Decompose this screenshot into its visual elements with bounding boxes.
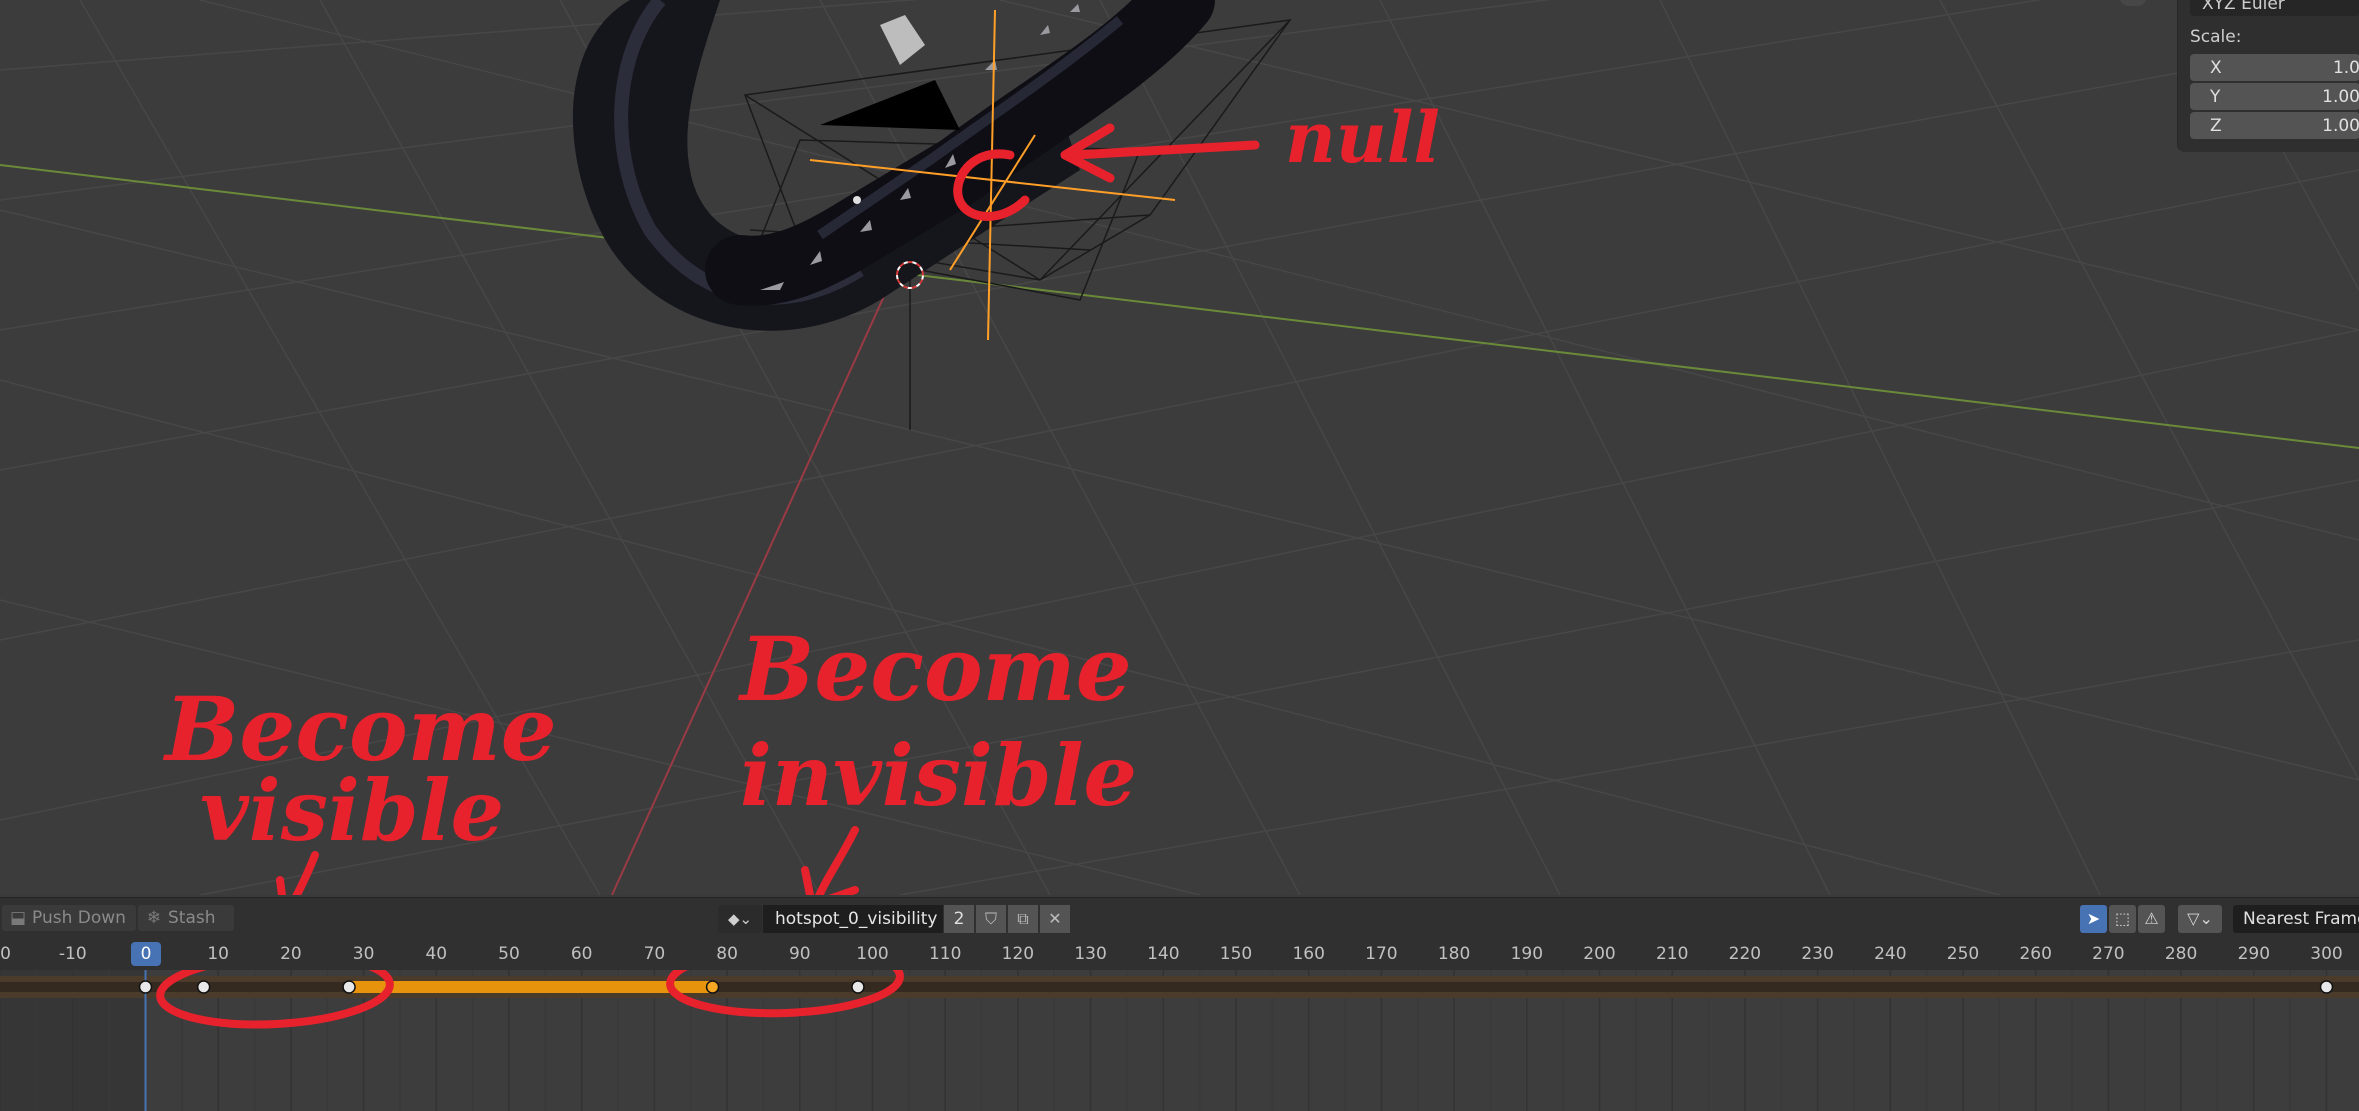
ruler-tick-label: 170 bbox=[1365, 944, 1398, 964]
ruler-tick-label: 260 bbox=[2019, 944, 2052, 964]
sidebar-n-panel: XYZ Euler Scale: X 1.0 Y 1.00 Z 1.00 bbox=[2177, 0, 2359, 152]
ruler-tick-label: 10 bbox=[207, 944, 230, 964]
push-down-label: Push Down bbox=[32, 908, 126, 928]
scale-z-axis: Z bbox=[2210, 116, 2222, 136]
action-icon: ◆⌄ bbox=[727, 910, 753, 928]
become-visible-arrow bbox=[276, 851, 319, 895]
ruler-tick-label: 20 bbox=[0, 944, 11, 964]
stash-button[interactable]: ❄ Stash bbox=[138, 905, 234, 931]
only-errors-button[interactable]: ⚠ bbox=[2138, 905, 2165, 933]
rotation-mode-select[interactable]: XYZ Euler bbox=[2190, 0, 2359, 16]
shield-icon: ⛉ bbox=[984, 909, 997, 928]
viewport-scene: null Become visible Become invisible bbox=[0, 0, 2359, 895]
keyframe[interactable] bbox=[342, 980, 356, 994]
ruler-tick-label: 200 bbox=[1583, 944, 1616, 964]
scale-y-value: 1.00 bbox=[2322, 87, 2359, 107]
keyframe[interactable] bbox=[196, 980, 211, 994]
scale-z-value: 1.00 bbox=[2322, 116, 2359, 136]
action-browse-button[interactable]: ◆⌄ bbox=[718, 905, 762, 933]
ruler-tick-label: 280 bbox=[2164, 944, 2198, 964]
snap-mode-select[interactable]: Nearest Frame bbox=[2233, 905, 2359, 933]
action-users-count[interactable]: 2 bbox=[944, 905, 974, 933]
select-tool-button[interactable]: ➤ bbox=[2080, 905, 2107, 933]
new-action-button[interactable]: ⧉ bbox=[1008, 905, 1038, 933]
keyframe-selected[interactable] bbox=[705, 980, 720, 994]
scale-x-axis: X bbox=[2210, 58, 2222, 78]
ruler-tick-label: 110 bbox=[928, 944, 962, 964]
ruler-tick-label: 20 bbox=[280, 944, 302, 964]
ruler-tick-label: 40 bbox=[425, 944, 448, 964]
ruler-tick-label: 240 bbox=[1874, 944, 1907, 964]
filter-icon: ▽⌄ bbox=[2187, 909, 2213, 928]
ruler-tick-label: 30 bbox=[352, 944, 375, 964]
ruler-tick-label: 80 bbox=[716, 944, 738, 964]
ruler-tick-label: 190 bbox=[1510, 944, 1544, 964]
ruler-tick-label: 120 bbox=[1001, 944, 1035, 964]
unlink-action-button[interactable]: ✕ bbox=[1040, 905, 1070, 933]
nla-header: ⬓ Push Down ❄ Stash ◆⌄ hotspot_0_visibilit… bbox=[0, 897, 2359, 939]
cursor-icon: ➤ bbox=[2086, 909, 2101, 928]
scale-z-field[interactable]: Z 1.00 bbox=[2190, 112, 2359, 139]
frame-ruler[interactable]: 20 -10 10 20 30 40 50 60 70 80 90 100 110 120 130 140 15… bbox=[0, 938, 2359, 970]
become-visible-line2: visible bbox=[200, 761, 504, 860]
scale-x-field[interactable]: X 1.0 bbox=[2190, 54, 2359, 81]
fake-user-button[interactable]: ⛉ bbox=[976, 905, 1006, 933]
keyframe[interactable] bbox=[851, 980, 865, 994]
ruler-tick-label: 70 bbox=[643, 944, 666, 964]
track-canvas bbox=[0, 970, 2359, 1111]
stash-label: Stash bbox=[168, 908, 216, 928]
ruler-tick-label: 180 bbox=[1437, 944, 1471, 964]
3d-viewport[interactable]: null Become visible Become invisible XYZ… bbox=[0, 0, 2359, 895]
ruler-tick-label: 140 bbox=[1147, 944, 1180, 964]
null-label: null bbox=[1285, 96, 1440, 179]
nla-track-area[interactable] bbox=[0, 970, 2359, 1111]
ruler-tick-label: 160 bbox=[1292, 944, 1325, 964]
ruler-tick-label: 60 bbox=[570, 944, 593, 964]
warning-icon: ⚠ bbox=[2144, 909, 2159, 928]
box-select-button[interactable]: ⬚ bbox=[2109, 905, 2136, 933]
scale-y-field[interactable]: Y 1.00 bbox=[2190, 83, 2359, 110]
ruler-tick-label: 220 bbox=[1728, 944, 1762, 964]
keyframe[interactable] bbox=[138, 980, 153, 994]
push-down-icon: ⬓ bbox=[9, 908, 27, 928]
ruler-tick-label: 230 bbox=[1801, 944, 1834, 964]
ruler-tick-label: 90 bbox=[788, 944, 811, 964]
ruler-tick-label: 150 bbox=[1219, 944, 1253, 964]
object-origin bbox=[853, 196, 861, 204]
ruler-tick-label: 290 bbox=[2237, 944, 2271, 964]
current-frame-indicator[interactable]: 0 bbox=[131, 942, 161, 966]
ruler-tick-label: 130 bbox=[1074, 944, 1107, 964]
ruler-tick-label: 210 bbox=[1655, 944, 1689, 964]
ruler-tick-label: 100 bbox=[856, 944, 889, 964]
become-invisible-arrow bbox=[801, 826, 859, 895]
scale-x-value: 1.0 bbox=[2332, 58, 2359, 78]
action-name-field[interactable]: hotspot_0_visibility bbox=[763, 905, 943, 933]
stash-icon: ❄ bbox=[146, 908, 162, 928]
keyframe[interactable] bbox=[2319, 980, 2334, 994]
ruler-tick-label: 250 bbox=[1946, 944, 1980, 964]
scale-label: Scale: bbox=[2190, 27, 2242, 47]
hold-range-bar bbox=[349, 981, 713, 993]
ruler-tick-label: 300 bbox=[2310, 944, 2343, 964]
become-invisible-line2: invisible bbox=[740, 726, 1137, 825]
ruler-tick-label: 50 bbox=[498, 944, 520, 964]
box-select-icon: ⬚ bbox=[2114, 909, 2131, 928]
close-icon: ✕ bbox=[1048, 909, 1062, 928]
ruler-tick-label: 270 bbox=[2092, 944, 2125, 964]
push-down-button[interactable]: ⬓ Push Down bbox=[2, 905, 136, 931]
ruler-tick-label: -10 bbox=[58, 944, 87, 964]
duplicate-icon: ⧉ bbox=[1017, 909, 1029, 928]
filter-dropdown[interactable]: ▽⌄ bbox=[2178, 905, 2222, 933]
become-invisible-line1: Become bbox=[737, 617, 1132, 721]
scale-y-axis: Y bbox=[2210, 87, 2221, 107]
